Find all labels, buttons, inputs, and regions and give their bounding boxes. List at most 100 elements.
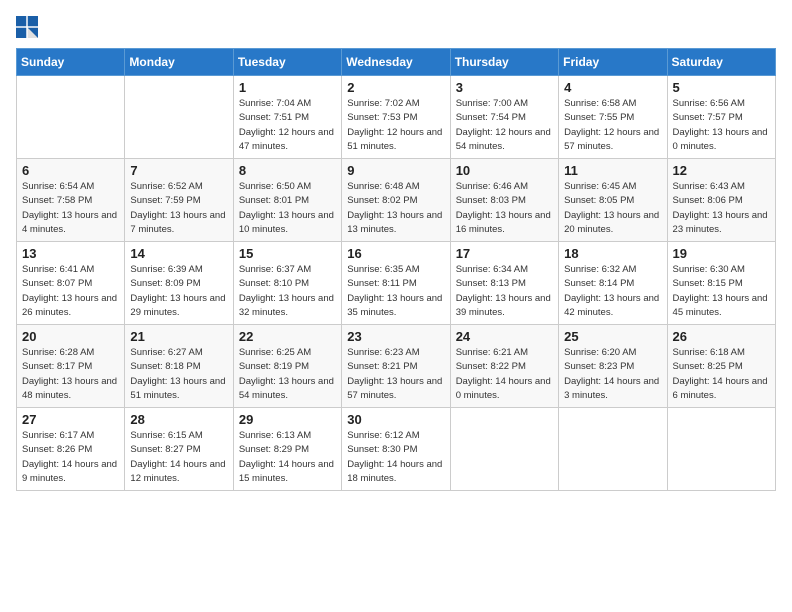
day-info: Sunrise: 6:17 AM Sunset: 8:26 PM Dayligh… xyxy=(22,429,119,486)
calendar-cell: 26 Sunrise: 6:18 AM Sunset: 8:25 PM Dayli… xyxy=(667,325,775,408)
logo-icon xyxy=(16,16,38,38)
day-info: Sunrise: 6:20 AM Sunset: 8:23 PM Dayligh… xyxy=(564,346,661,403)
weekday-header-saturday: Saturday xyxy=(667,49,775,76)
day-number: 8 xyxy=(239,163,336,178)
calendar-cell: 1 Sunrise: 7:04 AM Sunset: 7:51 PM Daylig… xyxy=(233,76,341,159)
day-number: 13 xyxy=(22,246,119,261)
calendar-cell: 13Sunrise: 6:41 AM Sunset: 8:07 PM Dayli… xyxy=(17,242,125,325)
calendar-cell xyxy=(559,408,667,491)
day-info: Sunrise: 6:46 AM Sunset: 8:03 PM Dayligh… xyxy=(456,180,553,237)
day-number: 20 xyxy=(22,329,119,344)
calendar-cell: 30 Sunrise: 6:12 AM Sunset: 8:30 PM Dayli… xyxy=(342,408,450,491)
calendar-cell: 23 Sunrise: 6:23 AM Sunset: 8:21 PM Dayli… xyxy=(342,325,450,408)
calendar-week-2: 6 Sunrise: 6:54 AM Sunset: 7:58 PM Daylig… xyxy=(17,159,776,242)
calendar-cell: 28Sunrise: 6:15 AM Sunset: 8:27 PM Dayli… xyxy=(125,408,233,491)
day-info: Sunrise: 7:00 AM Sunset: 7:54 PM Dayligh… xyxy=(456,97,553,154)
day-info: Sunrise: 6:23 AM Sunset: 8:21 PM Dayligh… xyxy=(347,346,444,403)
weekday-header-sunday: Sunday xyxy=(17,49,125,76)
day-info: Sunrise: 7:04 AM Sunset: 7:51 PM Dayligh… xyxy=(239,97,336,154)
day-number: 26 xyxy=(673,329,770,344)
calendar-cell: 27 Sunrise: 6:17 AM Sunset: 8:26 PM Dayli… xyxy=(17,408,125,491)
page-header xyxy=(16,16,776,38)
calendar-week-5: 27 Sunrise: 6:17 AM Sunset: 8:26 PM Dayli… xyxy=(17,408,776,491)
day-number: 28 xyxy=(130,412,227,427)
day-info: Sunrise: 6:39 AM Sunset: 8:09 PM Dayligh… xyxy=(130,263,227,320)
weekday-header-thursday: Thursday xyxy=(450,49,558,76)
calendar-table: SundayMondayTuesdayWednesdayThursdayFrid… xyxy=(16,48,776,491)
day-info: Sunrise: 6:28 AM Sunset: 8:17 PM Dayligh… xyxy=(22,346,119,403)
calendar-cell: 9 Sunrise: 6:48 AM Sunset: 8:02 PM Daylig… xyxy=(342,159,450,242)
day-info: Sunrise: 6:21 AM Sunset: 8:22 PM Dayligh… xyxy=(456,346,553,403)
day-info: Sunrise: 6:34 AM Sunset: 8:13 PM Dayligh… xyxy=(456,263,553,320)
calendar-cell: 16Sunrise: 6:35 AM Sunset: 8:11 PM Dayli… xyxy=(342,242,450,325)
day-info: Sunrise: 6:13 AM Sunset: 8:29 PM Dayligh… xyxy=(239,429,336,486)
weekday-header-wednesday: Wednesday xyxy=(342,49,450,76)
calendar-cell: 7Sunrise: 6:52 AM Sunset: 7:59 PM Daylig… xyxy=(125,159,233,242)
calendar-cell: 29 Sunrise: 6:13 AM Sunset: 8:29 PM Dayli… xyxy=(233,408,341,491)
weekday-header-monday: Monday xyxy=(125,49,233,76)
calendar-cell: 21Sunrise: 6:27 AM Sunset: 8:18 PM Dayli… xyxy=(125,325,233,408)
calendar-cell: 5Sunrise: 6:56 AM Sunset: 7:57 PM Daylig… xyxy=(667,76,775,159)
calendar-cell: 25 Sunrise: 6:20 AM Sunset: 8:23 PM Dayli… xyxy=(559,325,667,408)
calendar-week-4: 20 Sunrise: 6:28 AM Sunset: 8:17 PM Dayli… xyxy=(17,325,776,408)
calendar-cell xyxy=(450,408,558,491)
day-info: Sunrise: 7:02 AM Sunset: 7:53 PM Dayligh… xyxy=(347,97,444,154)
day-info: Sunrise: 6:58 AM Sunset: 7:55 PM Dayligh… xyxy=(564,97,661,154)
weekday-row: SundayMondayTuesdayWednesdayThursdayFrid… xyxy=(17,49,776,76)
calendar-cell xyxy=(17,76,125,159)
day-number: 6 xyxy=(22,163,119,178)
calendar-week-1: 1 Sunrise: 7:04 AM Sunset: 7:51 PM Daylig… xyxy=(17,76,776,159)
calendar-cell: 15 Sunrise: 6:37 AM Sunset: 8:10 PM Dayli… xyxy=(233,242,341,325)
day-info: Sunrise: 6:54 AM Sunset: 7:58 PM Dayligh… xyxy=(22,180,119,237)
calendar-cell: 12 Sunrise: 6:43 AM Sunset: 8:06 PM Dayli… xyxy=(667,159,775,242)
day-info: Sunrise: 6:12 AM Sunset: 8:30 PM Dayligh… xyxy=(347,429,444,486)
day-number: 1 xyxy=(239,80,336,95)
day-number: 5 xyxy=(673,80,770,95)
day-number: 9 xyxy=(347,163,444,178)
calendar-cell: 2 Sunrise: 7:02 AM Sunset: 7:53 PM Daylig… xyxy=(342,76,450,159)
day-number: 10 xyxy=(456,163,553,178)
calendar-body: 1 Sunrise: 7:04 AM Sunset: 7:51 PM Daylig… xyxy=(17,76,776,491)
day-info: Sunrise: 6:50 AM Sunset: 8:01 PM Dayligh… xyxy=(239,180,336,237)
day-number: 21 xyxy=(130,329,227,344)
day-info: Sunrise: 6:32 AM Sunset: 8:14 PM Dayligh… xyxy=(564,263,661,320)
day-number: 2 xyxy=(347,80,444,95)
day-number: 23 xyxy=(347,329,444,344)
day-number: 24 xyxy=(456,329,553,344)
day-number: 15 xyxy=(239,246,336,261)
calendar-cell: 8 Sunrise: 6:50 AM Sunset: 8:01 PM Daylig… xyxy=(233,159,341,242)
day-info: Sunrise: 6:43 AM Sunset: 8:06 PM Dayligh… xyxy=(673,180,770,237)
day-number: 12 xyxy=(673,163,770,178)
calendar-cell: 6 Sunrise: 6:54 AM Sunset: 7:58 PM Daylig… xyxy=(17,159,125,242)
day-number: 25 xyxy=(564,329,661,344)
calendar-cell: 20 Sunrise: 6:28 AM Sunset: 8:17 PM Dayli… xyxy=(17,325,125,408)
calendar-cell: 22 Sunrise: 6:25 AM Sunset: 8:19 PM Dayli… xyxy=(233,325,341,408)
day-info: Sunrise: 6:37 AM Sunset: 8:10 PM Dayligh… xyxy=(239,263,336,320)
day-number: 3 xyxy=(456,80,553,95)
day-info: Sunrise: 6:18 AM Sunset: 8:25 PM Dayligh… xyxy=(673,346,770,403)
day-number: 14 xyxy=(130,246,227,261)
day-info: Sunrise: 6:52 AM Sunset: 7:59 PM Dayligh… xyxy=(130,180,227,237)
calendar-cell: 3 Sunrise: 7:00 AM Sunset: 7:54 PM Daylig… xyxy=(450,76,558,159)
day-number: 22 xyxy=(239,329,336,344)
day-number: 27 xyxy=(22,412,119,427)
day-info: Sunrise: 6:30 AM Sunset: 8:15 PM Dayligh… xyxy=(673,263,770,320)
weekday-header-tuesday: Tuesday xyxy=(233,49,341,76)
day-number: 30 xyxy=(347,412,444,427)
calendar-cell: 18Sunrise: 6:32 AM Sunset: 8:14 PM Dayli… xyxy=(559,242,667,325)
day-number: 29 xyxy=(239,412,336,427)
calendar-cell: 4Sunrise: 6:58 AM Sunset: 7:55 PM Daylig… xyxy=(559,76,667,159)
calendar-cell: 24 Sunrise: 6:21 AM Sunset: 8:22 PM Dayli… xyxy=(450,325,558,408)
calendar-cell: 10 Sunrise: 6:46 AM Sunset: 8:03 PM Dayli… xyxy=(450,159,558,242)
day-info: Sunrise: 6:45 AM Sunset: 8:05 PM Dayligh… xyxy=(564,180,661,237)
day-number: 19 xyxy=(673,246,770,261)
day-number: 11 xyxy=(564,163,661,178)
calendar-cell xyxy=(125,76,233,159)
day-info: Sunrise: 6:35 AM Sunset: 8:11 PM Dayligh… xyxy=(347,263,444,320)
day-info: Sunrise: 6:48 AM Sunset: 8:02 PM Dayligh… xyxy=(347,180,444,237)
calendar-cell: 17Sunrise: 6:34 AM Sunset: 8:13 PM Dayli… xyxy=(450,242,558,325)
logo xyxy=(16,16,42,38)
day-info: Sunrise: 6:25 AM Sunset: 8:19 PM Dayligh… xyxy=(239,346,336,403)
calendar-cell xyxy=(667,408,775,491)
calendar-header: SundayMondayTuesdayWednesdayThursdayFrid… xyxy=(17,49,776,76)
